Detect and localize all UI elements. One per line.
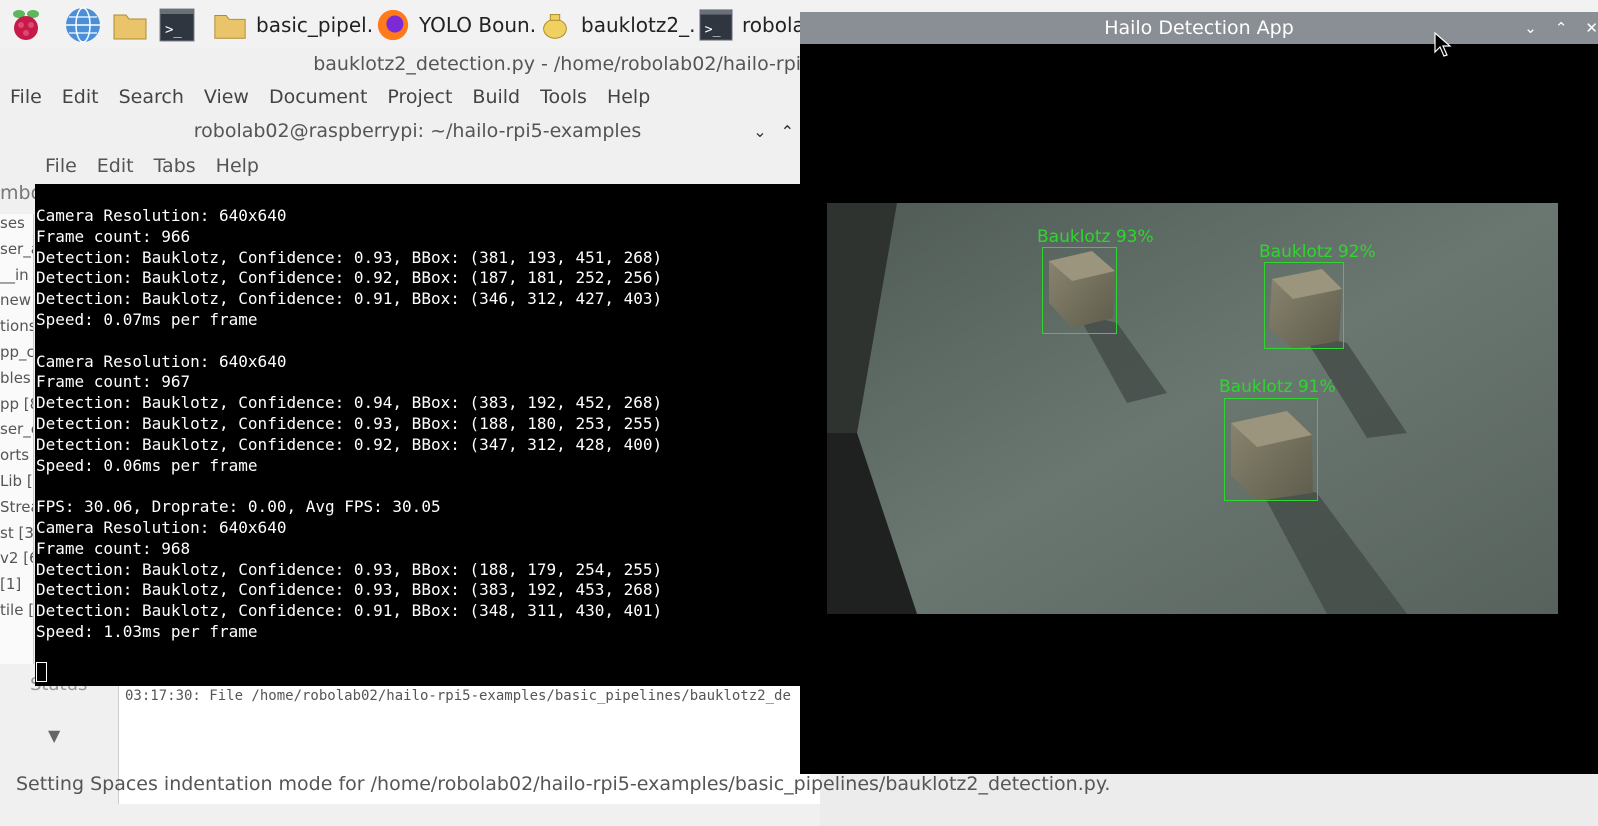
mouse-pointer-icon <box>1434 31 1452 62</box>
task-geany[interactable]: bauklotz2_.. <box>537 5 697 45</box>
terminal-line: FPS: 30.06, Droprate: 0.00, Avg FPS: 30.… <box>36 497 441 517</box>
terminal-line: Speed: 1.03ms per frame <box>36 621 258 641</box>
camera-scene-image <box>827 203 1558 614</box>
symbol-item[interactable]: v2 [6 <box>0 549 33 575</box>
terminal-output[interactable]: Camera Resolution: 640x640 Frame count: 9… <box>35 184 800 686</box>
symbol-item[interactable]: Lib [3 <box>0 472 33 498</box>
editor-menu-file[interactable]: File <box>0 86 52 108</box>
symbol-item[interactable]: tions <box>0 317 33 343</box>
terminal-cursor <box>36 662 47 682</box>
terminal-line: Frame count: 967 <box>36 372 191 392</box>
detection-box <box>1042 247 1117 334</box>
symbol-item[interactable]: orts <box>0 446 33 472</box>
task-label: bauklotz2_.. <box>581 13 697 37</box>
terminal-line: Detection: Bauklotz, Confidence: 0.94, B… <box>36 393 663 413</box>
detection-label: Bauklotz 91% <box>1219 377 1336 397</box>
terminal-icon: >_ <box>699 9 733 41</box>
symbol-item[interactable]: bles <box>0 369 33 395</box>
terminal-line: Detection: Bauklotz, Confidence: 0.91, B… <box>36 289 663 309</box>
terminal-line: Camera Resolution: 640x640 <box>36 206 287 225</box>
minimize-chevron-icon[interactable]: ⌄ <box>753 122 766 141</box>
firefox-icon <box>377 9 409 41</box>
symbol-item[interactable]: ses <box>0 214 33 240</box>
terminal-line: Speed: 0.06ms per frame <box>36 455 258 475</box>
symbol-item[interactable]: st [3 <box>0 524 33 550</box>
terminal-line: Detection: Bauklotz, Confidence: 0.92, B… <box>36 434 663 454</box>
terminal-line: Frame count: 966 <box>36 226 191 246</box>
terminal-menu-edit[interactable]: Edit <box>87 155 144 177</box>
hailo-window-title: Hailo Detection App <box>800 12 1598 44</box>
browser-globe-icon[interactable] <box>63 5 103 45</box>
terminal-line: Detection: Bauklotz, Confidence: 0.93, B… <box>36 559 663 579</box>
detection-label: Bauklotz 93% <box>1037 227 1154 247</box>
detection-box <box>1224 398 1318 501</box>
editor-menu-tools[interactable]: Tools <box>530 86 597 108</box>
svg-text:>_: >_ <box>165 22 182 38</box>
task-label: YOLO Boun.. <box>419 13 535 37</box>
symbol-item[interactable]: pp [8 <box>0 395 33 421</box>
terminal-line: Camera Resolution: 640x640 <box>36 517 287 537</box>
terminal-launcher-icon[interactable]: >_ <box>157 5 197 45</box>
folder-icon <box>214 15 246 39</box>
terminal-menu-help[interactable]: Help <box>206 155 269 177</box>
maximize-chevron-icon[interactable]: ⌃ <box>781 122 794 141</box>
camera-feed: Bauklotz 93% Bauklotz 92% Bauklotz 91% <box>827 203 1558 614</box>
terminal-window: robolab02@raspberrypi: ~/hailo-rpi5-exam… <box>35 114 800 686</box>
terminal-line: Speed: 0.07ms per frame <box>36 309 258 329</box>
editor-menu-document[interactable]: Document <box>259 86 377 108</box>
editor-menu-help[interactable]: Help <box>597 86 660 108</box>
editor-menu-build[interactable]: Build <box>462 86 530 108</box>
terminal-menu-tabs[interactable]: Tabs <box>144 155 206 177</box>
geany-teapot-icon <box>543 14 567 39</box>
editor-menu-view[interactable]: View <box>194 86 259 108</box>
minimize-chevron-icon[interactable]: ⌄ <box>1524 19 1537 37</box>
task-label: basic_pipel.. <box>256 13 372 37</box>
editor-menubar: File Edit Search View Document Project B… <box>0 80 820 114</box>
svg-text:>_: >_ <box>705 23 721 38</box>
terminal-line: Frame count: 968 <box>36 538 191 558</box>
terminal-line: Detection: Bauklotz, Confidence: 0.92, B… <box>36 268 663 288</box>
symbol-item[interactable]: ser_a <box>0 240 33 266</box>
task-file-manager[interactable]: basic_pipel.. <box>212 5 372 45</box>
symbol-item[interactable]: new <box>0 291 33 317</box>
hailo-window-controls: ⌄ ⌃ ✕ <box>1524 12 1598 44</box>
terminal-line: Detection: Bauklotz, Confidence: 0.93, B… <box>36 247 663 267</box>
chevron-down-icon[interactable]: ▼ <box>48 726 60 745</box>
editor-menu-edit[interactable]: Edit <box>52 86 109 108</box>
terminal-line: Camera Resolution: 640x640 <box>36 351 287 371</box>
detection-box <box>1264 262 1344 349</box>
symbol-item[interactable]: tile [ <box>0 601 33 627</box>
terminal-line: Detection: Bauklotz, Confidence: 0.91, B… <box>36 601 663 621</box>
file-manager-icon[interactable] <box>110 5 150 45</box>
terminal-window-controls: ⌄ ⌃ <box>753 114 800 148</box>
task-terminal[interactable]: >_ robola <box>698 5 800 45</box>
message-line: 03:17:30: File /home/robolab02/hailo-rpi… <box>125 688 791 704</box>
terminal-line: Detection: Bauklotz, Confidence: 0.93, B… <box>36 413 663 433</box>
task-firefox[interactable]: YOLO Boun.. <box>375 5 535 45</box>
symbol-item[interactable]: Strea <box>0 498 33 524</box>
close-icon[interactable]: ✕ <box>1585 19 1598 37</box>
symbol-item[interactable]: pp_c <box>0 343 33 369</box>
detection-label: Bauklotz 92% <box>1259 242 1376 262</box>
terminal-title: robolab02@raspberrypi: ~/hailo-rpi5-exam… <box>35 114 800 148</box>
symbol-item[interactable]: ser_c <box>0 420 33 446</box>
maximize-chevron-icon[interactable]: ⌃ <box>1555 19 1568 37</box>
editor-menu-project[interactable]: Project <box>377 86 462 108</box>
terminal-line: Detection: Bauklotz, Confidence: 0.93, B… <box>36 580 663 600</box>
terminal-menu-file[interactable]: File <box>35 155 87 177</box>
task-label: robola <box>742 13 800 37</box>
raspberry-menu-icon[interactable] <box>6 5 46 45</box>
symbol-sidebar: ses ser_a __in new tions pp_c bles pp [8… <box>0 214 34 664</box>
editor-menu-search[interactable]: Search <box>109 86 194 108</box>
hailo-detection-window: Hailo Detection App ⌄ ⌃ ✕ Bauklotz 93% B… <box>800 12 1598 774</box>
symbol-item[interactable]: __in <box>0 266 33 292</box>
editor-title: bauklotz2_detection.py - /home/robolab02… <box>313 53 820 75</box>
terminal-menubar: File Edit Tabs Help <box>35 148 800 184</box>
symbol-item[interactable]: [1] <box>0 575 33 601</box>
